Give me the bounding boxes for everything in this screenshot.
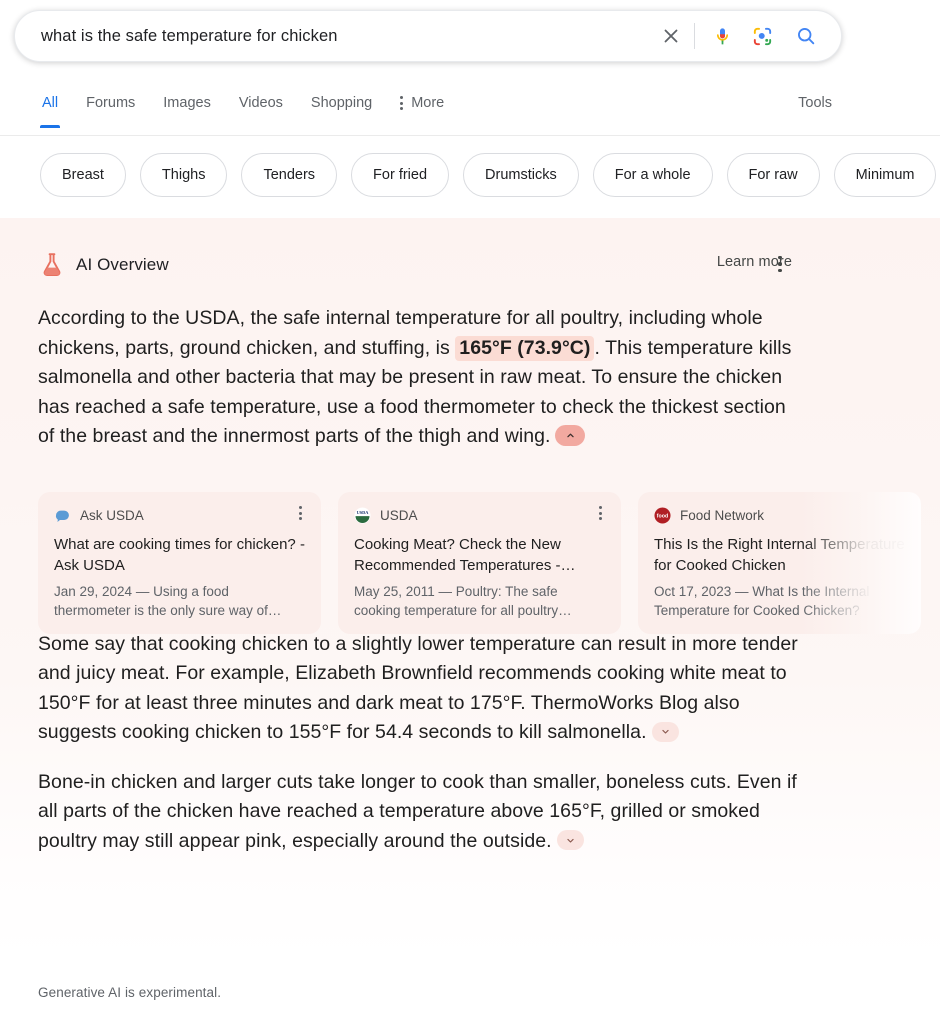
ai-overview-title: AI Overview	[76, 255, 169, 274]
chip-for-raw[interactable]: For raw	[726, 153, 820, 197]
ai-paragraph-2-text: Some say that cooking chicken to a sligh…	[38, 632, 798, 744]
source-card-header: food Food Network	[654, 506, 905, 524]
kebab-menu-icon[interactable]	[292, 506, 308, 520]
nav-divider	[0, 135, 940, 136]
chip-for-a-whole[interactable]: For a whole	[592, 153, 713, 197]
chip-tenders[interactable]: Tenders	[241, 153, 338, 197]
google-lens-icon[interactable]	[745, 19, 779, 53]
source-card-snippet: May 25, 2011 — Poultry: The safe cooking…	[354, 584, 572, 618]
ai-paragraph-1: According to the USDA, the safe internal…	[38, 304, 800, 452]
search-bar-divider	[694, 23, 695, 49]
chevron-up-icon[interactable]	[555, 425, 586, 446]
source-card-site: Food Network	[680, 507, 765, 523]
ai-paragraph-3: Bone-in chicken and larger cuts take lon…	[38, 768, 800, 857]
tab-shopping[interactable]: Shopping	[311, 92, 372, 111]
search-icon[interactable]	[789, 19, 823, 53]
chip-for-fried[interactable]: For fried	[351, 153, 450, 197]
tab-videos[interactable]: Videos	[239, 92, 283, 111]
kebab-menu-icon[interactable]	[592, 506, 608, 520]
search-nav-tabs: All Forums Images Videos Shopping More T…	[0, 92, 940, 136]
source-card-site: USDA	[380, 507, 418, 523]
source-card-title: Cooking Meat? Check the New Recommended …	[354, 536, 576, 574]
source-card-snippet: Jan 29, 2024 — Using a food thermometer …	[54, 584, 282, 618]
svg-text:food: food	[657, 513, 668, 519]
highlighted-temperature: 165°F (73.9°C)	[455, 335, 595, 361]
chip-minimum[interactable]: Minimum	[833, 153, 937, 197]
source-card-snippet: Oct 17, 2023 — What Is the Internal Temp…	[654, 584, 870, 618]
chevron-down-icon[interactable]	[651, 721, 679, 742]
tools-button[interactable]: Tools	[798, 95, 832, 111]
tab-forums-label: Forums	[86, 95, 136, 111]
tab-shopping-label: Shopping	[310, 95, 373, 111]
source-card[interactable]: food Food Network This Is the Right Inte…	[638, 492, 921, 634]
source-card[interactable]: USDA USDA Cooking Meat? Check the New Re…	[338, 492, 621, 634]
chip-thighs[interactable]: Thighs	[139, 153, 228, 197]
ai-overview-header: AI Overview	[40, 248, 800, 282]
search-input[interactable]: what is the safe temperature for chicken	[41, 27, 654, 46]
source-card[interactable]: Ask USDA What are cooking times for chic…	[38, 492, 321, 634]
tab-all[interactable]: All	[39, 92, 61, 128]
kebab-menu-icon[interactable]	[770, 254, 790, 274]
food-network-favicon: food	[654, 506, 671, 524]
tab-videos-label: Videos	[238, 95, 283, 111]
search-bar[interactable]: what is the safe temperature for chicken	[14, 10, 842, 62]
filter-chips-row: Breast Thighs Tenders For fried Drumstic…	[0, 152, 940, 198]
close-icon[interactable]	[654, 19, 688, 53]
source-card-title: This Is the Right Internal Temperature f…	[654, 536, 905, 574]
ai-overview-panel: AI Overview Learn more According to the …	[0, 218, 940, 958]
microphone-icon[interactable]	[705, 19, 739, 53]
tab-more-label: More	[411, 95, 445, 111]
tab-forums[interactable]: Forums	[86, 92, 135, 111]
tab-images[interactable]: Images	[163, 92, 211, 111]
tab-all-label: All	[42, 95, 59, 111]
generative-ai-disclaimer: Generative AI is experimental.	[38, 985, 222, 1000]
source-card-header: USDA USDA	[354, 506, 605, 524]
google-search-results-page: what is the safe temperature for chicken	[0, 0, 940, 1024]
ai-overview-source-cards: Ask USDA What are cooking times for chic…	[38, 492, 940, 634]
search-bar-container: what is the safe temperature for chicken	[14, 10, 842, 62]
source-card-header: Ask USDA	[54, 506, 305, 524]
tab-images-label: Images	[163, 95, 211, 111]
chip-drumsticks[interactable]: Drumsticks	[463, 153, 579, 197]
source-card-site: Ask USDA	[80, 507, 144, 523]
usda-favicon: USDA	[354, 506, 371, 524]
kebab-menu-icon	[400, 96, 404, 110]
svg-text:USDA: USDA	[357, 510, 370, 515]
ai-paragraph-3-text: Bone-in chicken and larger cuts take lon…	[38, 770, 797, 852]
ask-usda-favicon	[54, 507, 71, 524]
ai-paragraph-2: Some say that cooking chicken to a sligh…	[38, 630, 800, 748]
chip-breast[interactable]: Breast	[40, 153, 126, 197]
chevron-down-icon[interactable]	[556, 830, 584, 850]
source-card-title: What are cooking times for chicken? - As…	[54, 536, 305, 574]
flask-icon	[40, 252, 64, 278]
tab-more[interactable]: More	[400, 92, 444, 111]
